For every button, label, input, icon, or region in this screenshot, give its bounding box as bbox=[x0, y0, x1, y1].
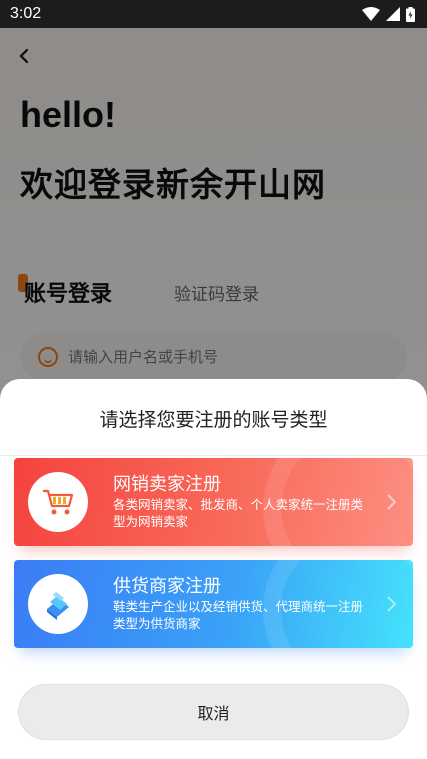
stack-icon bbox=[47, 592, 69, 620]
register-type-sheet: 请选择您要注册的账号类型 网销卖家注册 各类网销卖家、批发商、个人卖家统一注册类… bbox=[0, 379, 427, 759]
seller-register-card[interactable]: 网销卖家注册 各类网销卖家、批发商、个人卖家统一注册类型为网销卖家 bbox=[14, 458, 413, 546]
status-bar: 3:02 bbox=[0, 0, 427, 28]
card-icon-badge bbox=[28, 472, 88, 532]
card-icon-badge bbox=[28, 574, 88, 634]
wifi-icon bbox=[362, 7, 380, 21]
seller-card-description: 各类网销卖家、批发商、个人卖家统一注册类型为网销卖家 bbox=[113, 497, 364, 529]
chevron-right-icon bbox=[387, 596, 397, 612]
cancel-button[interactable]: 取消 bbox=[18, 684, 409, 740]
status-time: 3:02 bbox=[10, 5, 42, 22]
supplier-register-card[interactable]: 供货商家注册 鞋类生产企业以及经销供货、代理商统一注册类型为供货商家 bbox=[14, 560, 413, 648]
status-icons bbox=[362, 6, 415, 22]
shopping-cart-icon bbox=[43, 489, 74, 515]
seller-card-title: 网销卖家注册 bbox=[113, 474, 221, 495]
supplier-card-description: 鞋类生产企业以及经销供货、代理商统一注册类型为供货商家 bbox=[113, 599, 364, 631]
chevron-right-icon bbox=[387, 494, 397, 510]
supplier-card-title: 供货商家注册 bbox=[113, 576, 221, 597]
sheet-title: 请选择您要注册的账号类型 bbox=[99, 409, 328, 431]
battery-icon bbox=[406, 6, 415, 22]
sheet-divider bbox=[0, 455, 427, 456]
signal-icon bbox=[386, 7, 400, 21]
